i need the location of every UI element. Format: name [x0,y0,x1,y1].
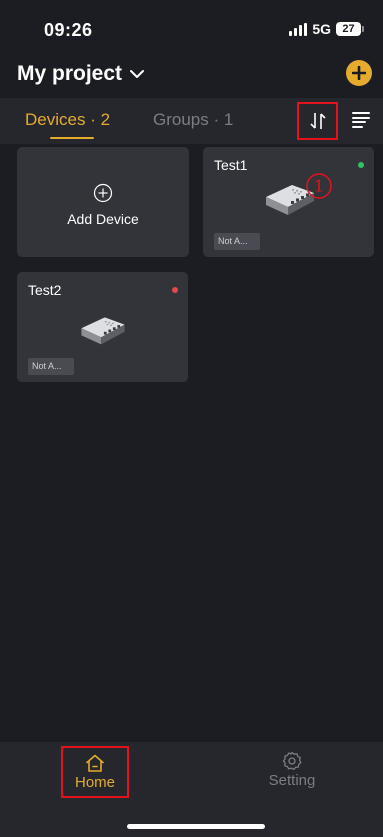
add-circle-icon [93,183,113,203]
add-project-button[interactable] [346,60,372,86]
device-tag: Not A... [28,358,74,375]
header: My project [0,58,383,92]
bottom-nav: Home Setting [0,742,383,837]
screen: 09:26 5G 27 My project Devices · 2 Group… [0,0,383,837]
project-selector[interactable]: My project [17,62,145,86]
svg-text:1: 1 [314,177,324,196]
add-device-card[interactable]: Add Device [17,147,189,257]
status-bar: 09:26 5G 27 [0,0,383,60]
project-title: My project [17,62,123,85]
battery-level: 27 [342,23,355,35]
nav-home-label: Home [74,774,115,791]
device-name: Test1 [214,157,248,173]
status-indicators: 5G 27 [289,21,364,37]
tab-groups[interactable]: Groups · 1 [153,110,233,130]
nav-setting-label: Setting [268,772,316,789]
online-status-dot [358,162,364,168]
device-name: Test2 [28,282,62,298]
tab-devices[interactable]: Devices · 2 [25,110,110,130]
battery-icon: 27 [336,22,364,36]
sort-arrows-icon [309,113,326,129]
nav-setting[interactable]: Setting [258,746,326,798]
offline-status-dot [172,287,178,293]
list-view-button[interactable] [352,112,370,128]
add-device-label: Add Device [67,211,139,227]
device-card-test1[interactable]: Test1 Not A... 1 [203,147,374,257]
home-icon [86,754,104,772]
nav-home[interactable]: Home [61,746,129,798]
gear-icon [282,751,302,771]
signal-icon [289,22,308,36]
sort-button[interactable] [297,102,338,140]
active-tab-indicator [50,137,94,139]
network-label: 5G [312,21,331,37]
device-tag: Not A... [214,233,260,250]
status-time: 09:26 [44,20,93,40]
network-switch-image [81,317,125,345]
chevron-down-icon [130,70,145,78]
plus-icon [352,66,366,80]
device-card-test2[interactable]: Test2 Not A... [17,272,188,382]
callout-marker: 1 [306,173,332,199]
home-indicator [127,824,265,829]
